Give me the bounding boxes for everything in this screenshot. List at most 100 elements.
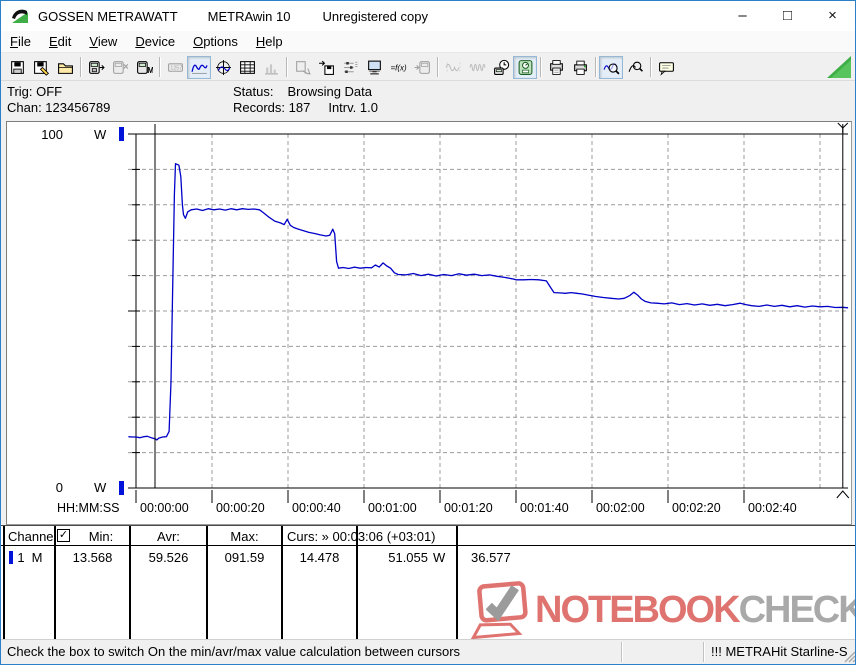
read-device-config-icon: M	[136, 60, 153, 74]
x-tick-label: 00:00:40	[292, 501, 341, 515]
x-tick-label: 00:01:40	[520, 501, 569, 515]
power-chart[interactable]: 00:00:00 00:00:20 00:00:40 00:01:00 00:01:20…	[7, 122, 851, 524]
unit-label: W	[433, 550, 446, 565]
analog-wave-view-icon	[445, 61, 460, 73]
y-max-label: 100	[41, 127, 63, 142]
status-value: Browsing Data	[287, 84, 373, 99]
numeric-display-button: 1257	[163, 56, 187, 79]
col-header-min: Min:	[88, 529, 114, 544]
channel-range-marker-bottom	[119, 481, 124, 495]
menu-options[interactable]: Options	[184, 32, 247, 51]
save-icon	[10, 60, 24, 74]
measurement-table: Channel: ✓ Min: Avr: Max: Curs: » 00:03:…	[1, 525, 855, 641]
chart-panel: 00:00:00 00:00:20 00:00:40 00:01:00 00:01:20…	[6, 121, 852, 525]
channel-settings-button[interactable]	[338, 56, 362, 79]
toolbar-separator	[159, 57, 160, 77]
table-view-button[interactable]	[235, 56, 259, 79]
save-as-button[interactable]	[29, 56, 53, 79]
max-value: 091.59	[224, 550, 265, 565]
store-to-device-icon	[318, 60, 334, 75]
interval-value: Intrv. 1.0	[328, 100, 378, 115]
annotation-button[interactable]	[654, 56, 678, 79]
store-to-device-button[interactable]	[314, 56, 338, 79]
x-tick-label: 00:02:00	[596, 501, 645, 515]
dense-wave-view-icon	[469, 63, 485, 71]
close-button[interactable]: ×	[810, 1, 855, 30]
table-view-icon	[239, 60, 255, 74]
write-device-icon	[414, 60, 430, 74]
y-unit-label: W	[94, 480, 107, 495]
time-setup-button[interactable]	[489, 56, 513, 79]
bar-graph-view-button	[259, 56, 283, 79]
minmax-between-cursors-checkbox[interactable]: ✓	[57, 529, 70, 542]
print-button[interactable]	[568, 56, 592, 79]
app-logo-icon	[12, 9, 28, 23]
minimize-button[interactable]: –	[720, 1, 765, 30]
col-header-avr: Avr:	[157, 529, 180, 544]
write-device-button	[410, 56, 434, 79]
col-header-channel: Channel:	[8, 529, 61, 544]
export-data-button	[290, 56, 314, 79]
curve-chart-view-button[interactable]	[187, 55, 211, 79]
toolbar-separator	[540, 57, 541, 77]
zoom-free-button[interactable]	[623, 56, 647, 79]
print-icon	[573, 60, 587, 75]
cursor-right-value: 51.055	[388, 550, 428, 565]
clear-device-memory-button	[108, 56, 132, 79]
menu-device[interactable]: Device	[126, 32, 184, 51]
display-settings-button[interactable]	[362, 56, 386, 79]
measurement-infobar: Trig: OFF Chan: 123456789 Status: Browsin…	[1, 82, 855, 121]
toolbar-corner-triangle-icon	[827, 56, 851, 78]
channel-mode: M	[31, 550, 43, 565]
open-file-icon	[57, 62, 73, 74]
zoom-free-icon	[628, 61, 643, 72]
toolbar: M 1257 =f(x)	[1, 53, 855, 81]
x-tick-label: 00:00:00	[140, 501, 189, 515]
trigger-status: Trig: OFF	[7, 84, 63, 99]
x-tick-label: 00:01:00	[368, 501, 417, 515]
print-preview-button[interactable]	[544, 56, 568, 79]
notebookcheck-laptop-icon	[470, 581, 528, 639]
svg-text:M: M	[147, 64, 153, 74]
menu-edit[interactable]: Edit	[40, 32, 80, 51]
zoom-time-axis-button[interactable]	[599, 55, 623, 79]
y-min-label: 0	[56, 480, 63, 495]
display-settings-icon	[367, 60, 381, 74]
save-as-icon	[33, 60, 49, 76]
channel-number: 1	[17, 550, 25, 565]
curve-cursor-view-icon	[215, 59, 231, 75]
live-measurement-icon	[518, 59, 532, 75]
col-header-max: Max:	[230, 529, 259, 544]
curve-cursor-view-button[interactable]	[211, 56, 235, 79]
window-controls: – □ ×	[720, 1, 855, 31]
numeric-display-icon: 1257	[167, 62, 183, 72]
records-count: Records: 187	[233, 100, 311, 115]
zoom-time-axis-icon	[603, 62, 620, 74]
read-device-memory-button[interactable]	[84, 56, 108, 79]
live-measurement-button[interactable]	[513, 55, 537, 79]
annotation-icon	[658, 61, 674, 76]
x-tick-label: 00:00:20	[216, 501, 265, 515]
menu-help[interactable]: Help	[247, 32, 292, 51]
toolbar-separator	[437, 57, 438, 77]
open-file-button[interactable]	[53, 56, 77, 79]
menu-file[interactable]: File	[1, 32, 40, 51]
clear-device-memory-icon	[112, 60, 128, 74]
read-device-config-button[interactable]: M	[132, 56, 156, 79]
svg-text:1257: 1257	[170, 65, 182, 71]
x-tick-label: 00:02:20	[672, 501, 721, 515]
status-label: Status:	[233, 84, 274, 99]
statusbar-divider	[621, 642, 622, 662]
cursor-right-bottom-marker	[836, 490, 850, 499]
save-button[interactable]	[5, 56, 29, 79]
x-tick-label: 00:01:20	[444, 501, 493, 515]
menu-view[interactable]: View	[80, 32, 126, 51]
bar-graph-view-icon	[264, 63, 278, 74]
toolbar-separator	[286, 57, 287, 77]
titlebar-brand: GOSSEN METRAWATT	[38, 8, 178, 24]
logo-text-notebook: NOTEBOOK	[535, 589, 741, 631]
min-value: 13.568	[72, 550, 113, 565]
formula-editor-button[interactable]: =f(x)	[386, 56, 410, 79]
resize-grip[interactable]	[842, 649, 856, 663]
maximize-button[interactable]: □	[765, 1, 810, 30]
